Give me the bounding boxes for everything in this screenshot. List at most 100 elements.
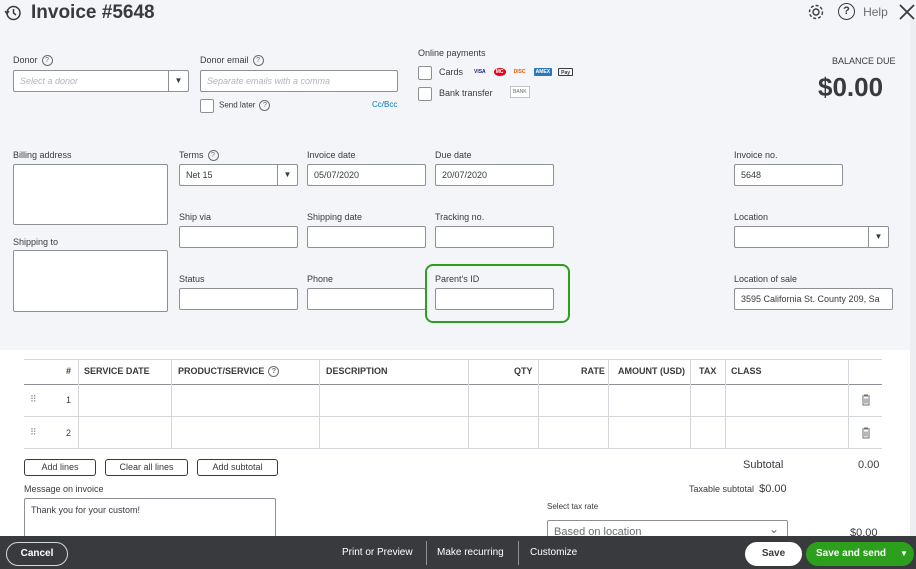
print-preview-button[interactable]: Print or Preview — [342, 547, 413, 558]
close-icon[interactable] — [898, 3, 916, 21]
invoice-no-input[interactable]: 5648 — [734, 164, 843, 186]
row-number: 1 — [66, 395, 72, 405]
balance-due-label: BALANCE DUE — [832, 56, 896, 66]
col-tax: TAX — [699, 366, 717, 376]
taxable-subtotal-value: $0.00 — [759, 483, 787, 495]
drag-handle-icon[interactable]: ⠿ — [30, 394, 37, 405]
add-lines-button[interactable]: Add lines — [24, 459, 96, 476]
page-title: Invoice #5648 — [31, 2, 155, 23]
donor-email-label: Donor email? — [200, 55, 264, 67]
cc-bcc-link[interactable]: Cc/Bcc — [372, 100, 397, 109]
location-select[interactable]: ▼ — [734, 226, 889, 248]
help-icon[interactable]: ? — [41, 55, 53, 67]
ship-via-label: Ship via — [179, 212, 212, 222]
shipping-to-textarea[interactable] — [13, 250, 168, 312]
col-divider — [608, 360, 609, 449]
col-divider — [171, 360, 172, 449]
help-label: Help — [863, 4, 888, 19]
col-service-date: SERVICE DATE — [84, 366, 150, 376]
chevron-down-icon[interactable]: ▼ — [900, 549, 908, 558]
chevron-down-icon: ▼ — [868, 227, 888, 247]
footer-divider — [426, 541, 427, 565]
clear-all-lines-button[interactable]: Clear all lines — [105, 459, 188, 476]
trash-icon[interactable] — [861, 427, 871, 439]
col-rate: RATE — [581, 366, 605, 376]
col-class: CLASS — [731, 366, 762, 376]
col-divider — [319, 360, 320, 449]
ship-via-input[interactable] — [179, 226, 298, 248]
add-subtotal-button[interactable]: Add subtotal — [197, 459, 278, 476]
help-button[interactable]: ? Help — [838, 3, 888, 21]
col-divider — [848, 360, 849, 449]
customize-button[interactable]: Customize — [530, 547, 577, 558]
terms-select[interactable]: Net 15 ▼ — [179, 164, 298, 186]
mastercard-icon: MC — [493, 68, 506, 77]
status-input[interactable] — [179, 288, 298, 310]
col-divider — [725, 360, 726, 449]
applepay-icon: Pay — [558, 68, 574, 77]
help-icon[interactable]: ? — [268, 366, 280, 378]
due-date-input[interactable]: 20/07/2020 — [435, 164, 554, 186]
save-and-send-button[interactable]: Save and send ▼ — [806, 542, 914, 566]
cards-checkbox[interactable] — [418, 66, 432, 80]
col-divider — [78, 360, 79, 449]
donor-label: Donor? — [13, 55, 53, 67]
tracking-no-label: Tracking no. — [435, 212, 485, 222]
taxable-subtotal: Taxable subtotal $0.00 — [689, 483, 787, 495]
message-text: Thank you for your custom! — [31, 505, 141, 515]
row-number: 2 — [66, 428, 72, 438]
settings-gear-icon[interactable] — [807, 3, 825, 21]
terms-label: Terms? — [179, 150, 219, 162]
billing-address-label: Billing address — [13, 150, 72, 160]
donor-select[interactable]: Select a donor ▼ — [13, 70, 189, 92]
donor-email-input[interactable]: Separate emails with a comma — [200, 70, 398, 92]
card-brand-icons: VISA MC DISC AMEX Pay — [472, 66, 576, 78]
phone-label: Phone — [307, 274, 334, 284]
save-button[interactable]: Save — [745, 542, 802, 566]
tracking-no-input[interactable] — [435, 226, 554, 248]
help-icon[interactable]: ? — [252, 55, 264, 67]
col-divider — [538, 360, 539, 449]
help-icon[interactable]: ? — [259, 100, 271, 111]
online-payments-label: Online payments — [418, 48, 486, 58]
scrollbar[interactable] — [910, 20, 916, 536]
col-divider — [690, 360, 691, 449]
make-recurring-button[interactable]: Make recurring — [437, 547, 504, 558]
send-later-checkbox[interactable] — [200, 99, 214, 113]
cancel-button[interactable]: Cancel — [6, 542, 68, 566]
parents-id-input[interactable] — [435, 288, 554, 310]
history-icon[interactable] — [4, 4, 22, 22]
bank-transfer-label: Bank transfer — [439, 88, 493, 98]
invoice-date-label: Invoice date — [307, 150, 356, 160]
billing-address-textarea[interactable] — [13, 164, 168, 225]
message-on-invoice-label: Message on invoice — [24, 484, 104, 494]
table-top-border — [24, 359, 882, 360]
location-label: Location — [734, 212, 769, 222]
shipping-date-input[interactable] — [307, 226, 426, 248]
shipping-date-label: Shipping date — [307, 212, 363, 222]
help-icon[interactable]: ? — [207, 150, 219, 162]
status-label: Status — [179, 274, 205, 284]
invoice-no-label: Invoice no. — [734, 150, 778, 160]
subtotal-label: Subtotal — [743, 459, 784, 471]
footer-divider — [518, 541, 519, 565]
col-amount: AMOUNT (USD) — [618, 366, 685, 376]
col-description: DESCRIPTION — [326, 366, 388, 376]
visa-icon: VISA — [474, 69, 486, 76]
row-divider — [24, 448, 882, 449]
trash-icon[interactable] — [861, 394, 871, 406]
col-product-service: PRODUCT/SERVICE? — [178, 366, 280, 378]
chevron-down-icon: ⌄ — [768, 522, 779, 536]
phone-input[interactable] — [307, 288, 426, 310]
send-later-label: Send later? — [219, 100, 271, 111]
chevron-down-icon: ▼ — [168, 71, 188, 91]
bank-transfer-checkbox[interactable] — [418, 87, 432, 101]
balance-due-value: $0.00 — [818, 72, 884, 102]
parents-id-label: Parent's ID — [435, 274, 480, 284]
select-tax-rate-label: Select tax rate — [547, 502, 599, 511]
invoice-date-input[interactable]: 05/07/2020 — [307, 164, 426, 186]
col-qty: QTY — [514, 366, 533, 376]
location-of-sale-input[interactable]: 3595 California St. County 209, Sa — [734, 288, 893, 310]
drag-handle-icon[interactable]: ⠿ — [30, 427, 37, 438]
subtotal-value: 0.00 — [858, 459, 880, 471]
